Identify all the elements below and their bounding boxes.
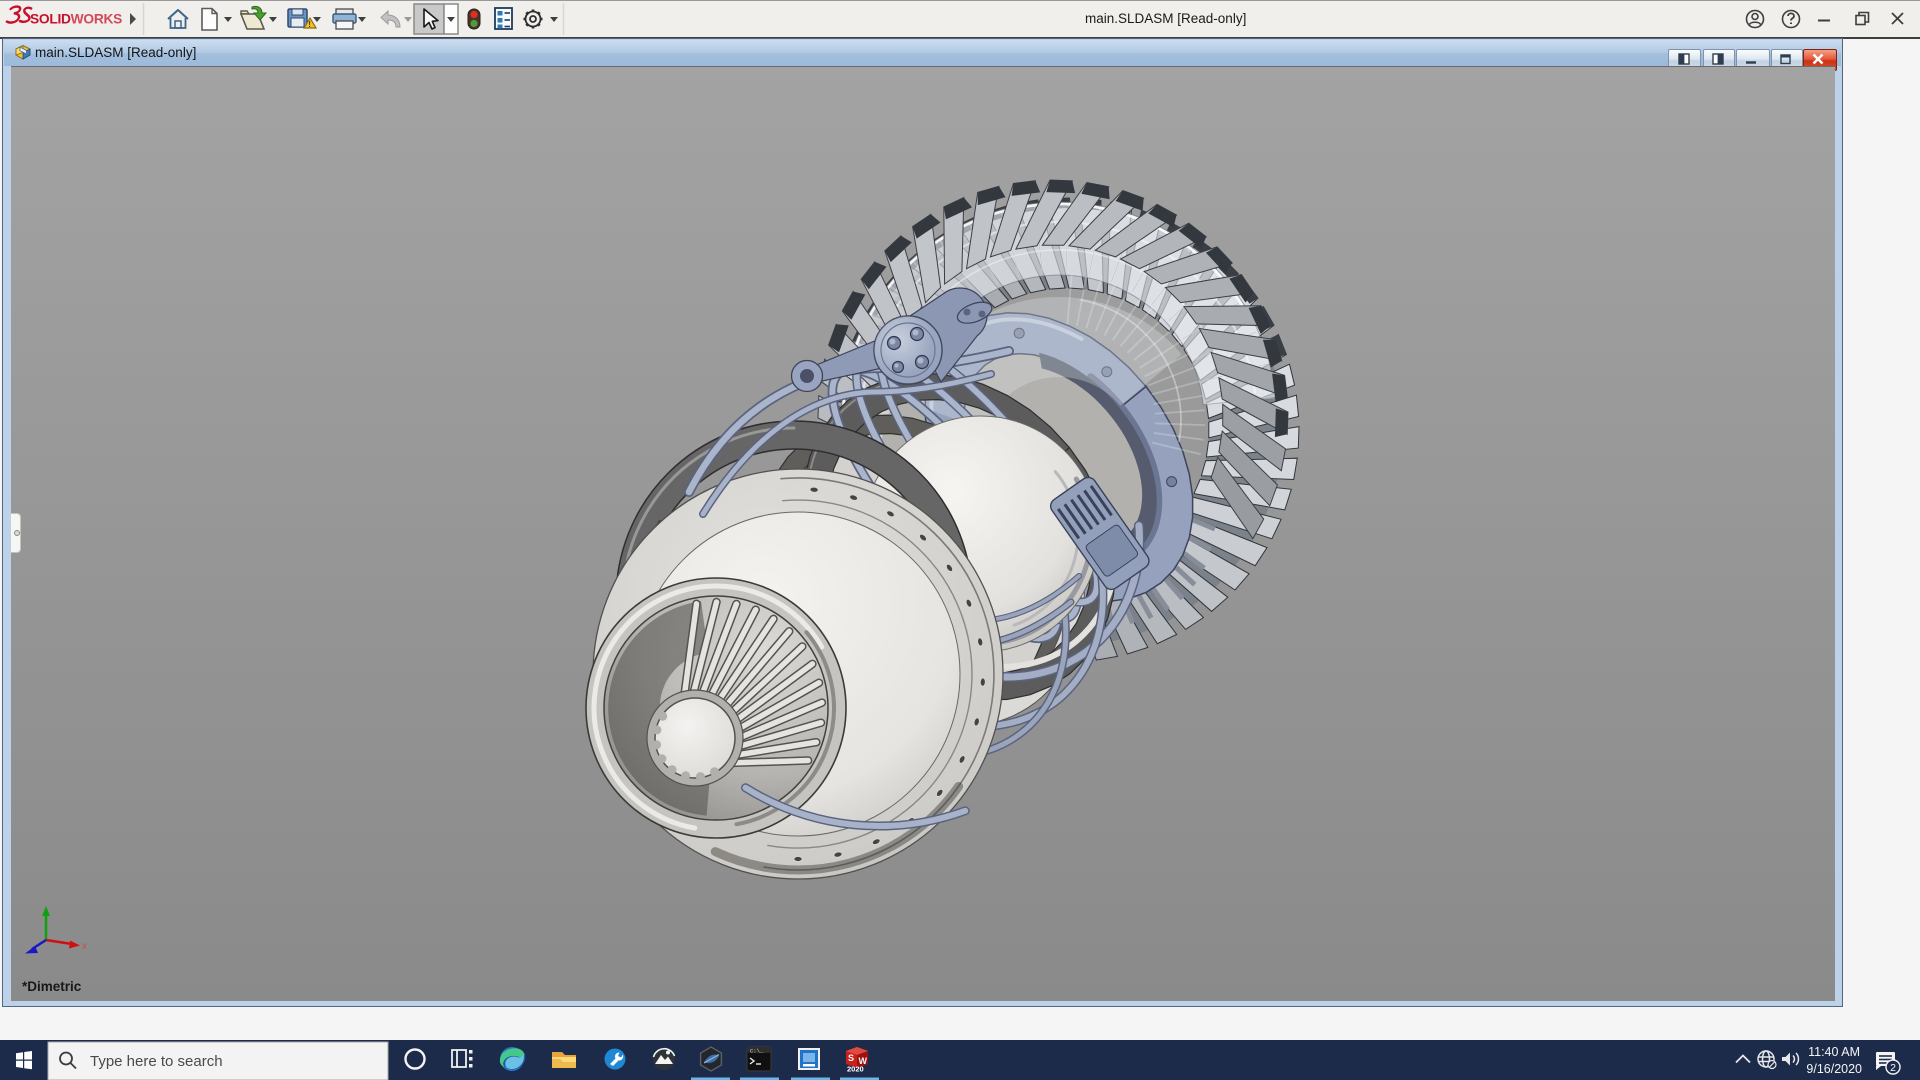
svg-text:SOLIDWORKS: SOLIDWORKS — [30, 12, 122, 27]
svg-text:9/16/2020: 9/16/2020 — [1806, 1062, 1862, 1076]
svg-text:S: S — [848, 1053, 854, 1063]
svg-text:2020: 2020 — [847, 1065, 864, 1074]
svg-text:Type here to search: Type here to search — [90, 1053, 223, 1070]
svg-text:11:40 AM: 11:40 AM — [1808, 1045, 1860, 1059]
svg-text:C:\_: C:\_ — [750, 1048, 764, 1055]
svg-text:2: 2 — [1890, 1062, 1896, 1074]
svg-text:!: ! — [308, 20, 311, 29]
svg-text:x: x — [82, 941, 87, 952]
